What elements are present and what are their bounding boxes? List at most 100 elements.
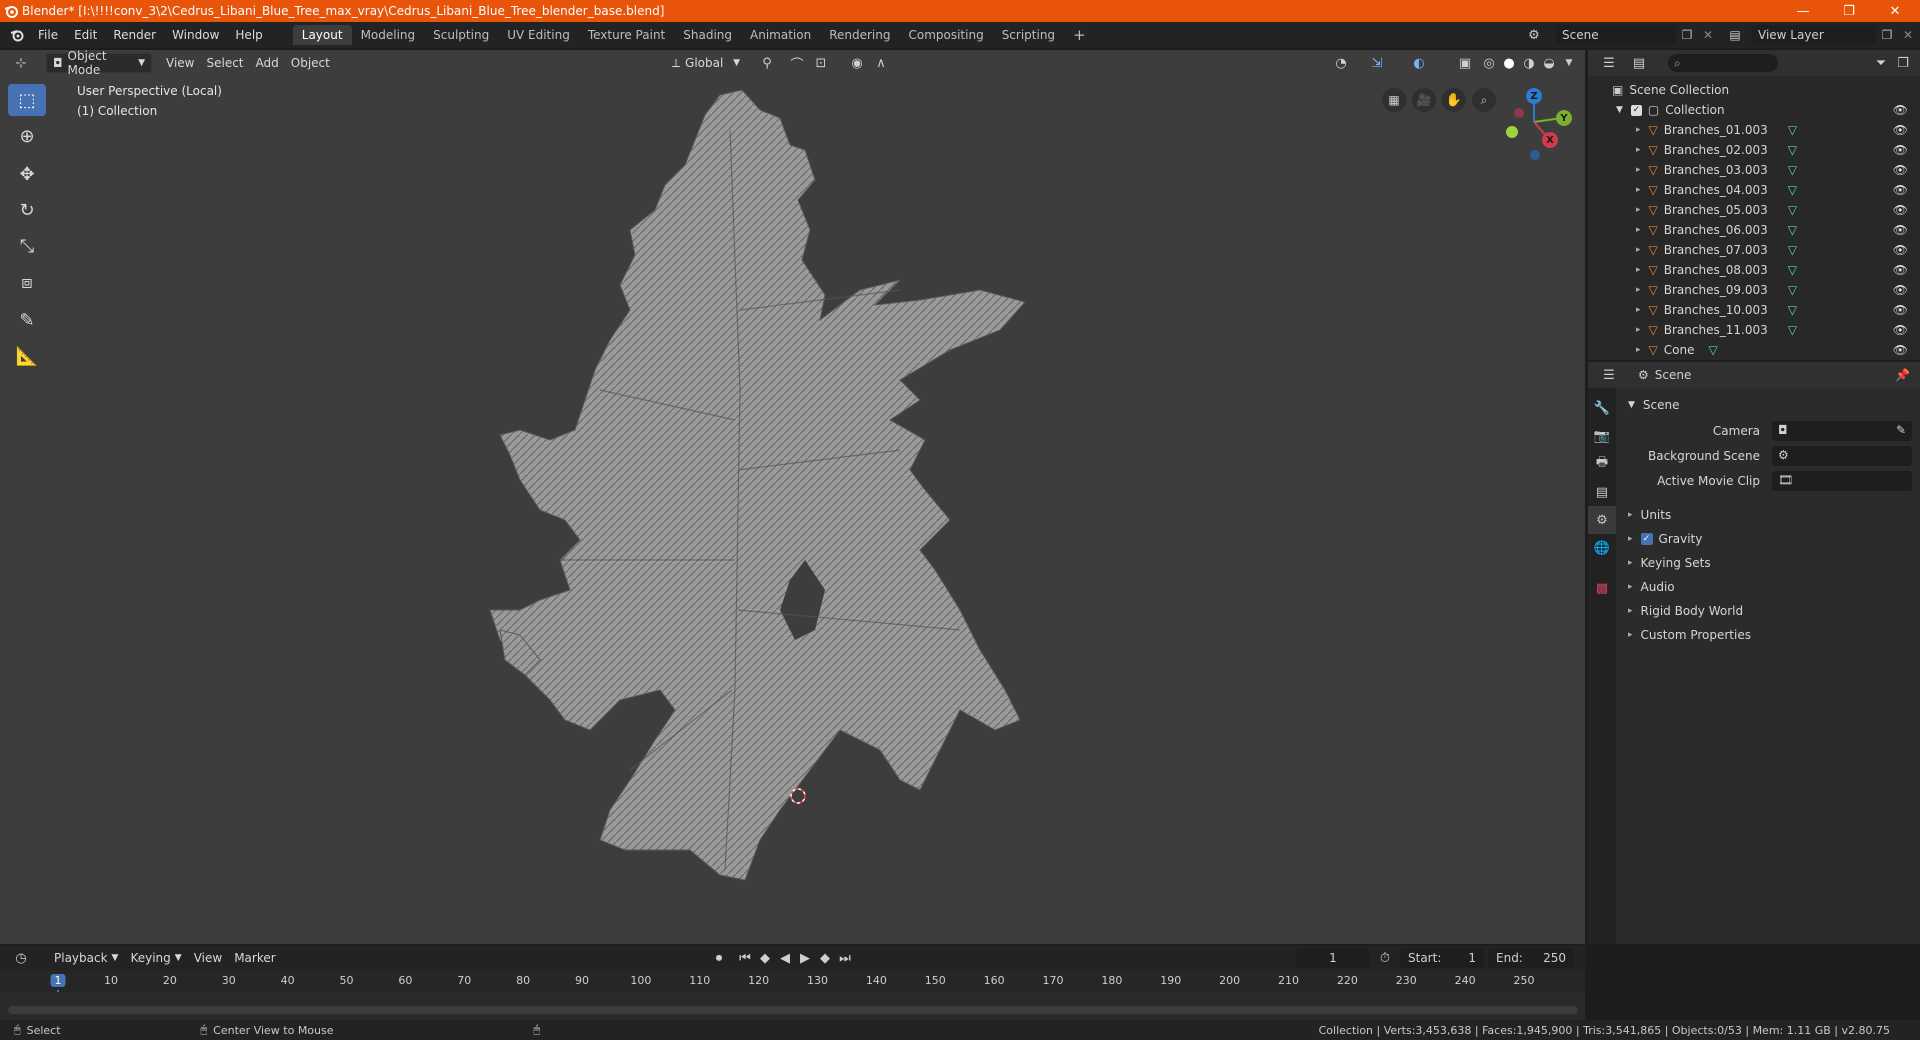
tab-layout[interactable]: Layout [292, 25, 352, 45]
viewport-menu-object[interactable]: Object [285, 53, 336, 73]
tab-scripting[interactable]: Scripting [993, 25, 1064, 45]
mesh-data-icon[interactable]: ▽ [1788, 183, 1797, 197]
pivot-point-icon[interactable]: ⚲ [756, 53, 778, 73]
measure-tool-icon[interactable]: 📐 [8, 340, 46, 372]
material-shading-icon[interactable]: ◑ [1518, 53, 1540, 73]
xray-toggle-icon[interactable]: ▣ [1454, 53, 1476, 73]
current-frame-field[interactable]: 1 [1296, 948, 1370, 968]
scene-tab-icon[interactable]: ⚙ [1588, 506, 1616, 534]
eyedropper-icon[interactable]: ✎ [1896, 423, 1906, 437]
scene-collection-row[interactable]: ▣ Scene Collection [1588, 80, 1920, 100]
scene-panel-header[interactable]: ▼ Scene [1628, 394, 1918, 416]
scene-selector[interactable]: Scene [1556, 25, 1676, 45]
display-mode-icon[interactable]: ▤ [1628, 53, 1650, 73]
gizmo-z-axis[interactable]: Z [1526, 88, 1542, 104]
outliner-item[interactable]: ▸ ▽ Branches_09.003 ▽ 👁 [1588, 280, 1920, 300]
world-tab-icon[interactable]: 🌐 [1588, 534, 1616, 562]
outliner-item[interactable]: ▸ ▽ Branches_11.003 ▽ 👁 [1588, 320, 1920, 340]
transform-orientation-dropdown[interactable]: ⟂ Global ▼ [666, 53, 746, 73]
properties-section-header[interactable]: ▸ Units [1628, 504, 1918, 526]
expand-arrow-icon[interactable]: ▸ [1636, 325, 1641, 335]
properties-section-header[interactable]: ▸ Custom Properties [1628, 624, 1918, 646]
visibility-eye-icon[interactable]: 👁 [1893, 343, 1908, 357]
jump-start-icon[interactable]: ⏮ [734, 948, 756, 968]
selectability-icon[interactable]: ◔ [1330, 53, 1352, 73]
expand-arrow-icon[interactable]: ▸ [1636, 205, 1641, 215]
expand-arrow-icon[interactable]: ▸ [1636, 125, 1641, 135]
3d-cursor-icon[interactable] [788, 786, 808, 806]
mesh-data-icon[interactable]: ▽ [1788, 203, 1797, 217]
visibility-eye-icon[interactable]: 👁 [1893, 203, 1908, 217]
menu-edit[interactable]: Edit [66, 28, 105, 42]
visibility-eye-icon[interactable]: 👁 [1893, 263, 1908, 277]
mesh-data-icon[interactable]: ▽ [1788, 263, 1797, 277]
outliner-item[interactable]: ▸ ▽ Cone ▽ 👁 [1588, 340, 1920, 360]
cursor-tool-icon[interactable]: ⊕ [8, 120, 46, 152]
outliner-item[interactable]: ▸ ▽ Branches_02.003 ▽ 👁 [1588, 140, 1920, 160]
mesh-data-icon[interactable]: ▽ [1788, 223, 1797, 237]
mesh-data-icon[interactable]: ▽ [1788, 163, 1797, 177]
gizmo-y-axis[interactable]: Y [1556, 110, 1572, 126]
visibility-eye-icon[interactable]: 👁 [1893, 223, 1908, 237]
gizmo-neg-x-axis[interactable] [1514, 108, 1524, 118]
outliner-item[interactable]: ▸ ▽ Branches_03.003 ▽ 👁 [1588, 160, 1920, 180]
gizmo-toggle-icon[interactable]: ⇲ [1366, 53, 1388, 73]
tab-shading[interactable]: Shading [674, 25, 741, 45]
visibility-eye-icon[interactable]: 👁 [1893, 283, 1908, 297]
mesh-data-icon[interactable]: ▽ [1788, 123, 1797, 137]
outliner-item[interactable]: ▸ ▽ Branches_01.003 ▽ 👁 [1588, 120, 1920, 140]
new-view-layer-icon[interactable]: ❐ [1876, 25, 1898, 45]
render-tab-icon[interactable]: 📷 [1588, 422, 1616, 450]
expand-arrow-icon[interactable]: ▸ [1636, 145, 1641, 155]
tab-modeling[interactable]: Modeling [352, 25, 425, 45]
select-box-tool-icon[interactable]: ⬚ [8, 84, 46, 116]
mesh-data-icon[interactable]: ▽ [1788, 323, 1797, 337]
outliner-search-input[interactable]: ⌕ [1668, 54, 1778, 72]
menu-window[interactable]: Window [164, 28, 227, 42]
menu-file[interactable]: File [30, 28, 66, 42]
viewport-menu-select[interactable]: Select [200, 53, 249, 73]
camera-view-icon[interactable]: 🎥 [1412, 88, 1436, 112]
jump-keyframe-forward-icon[interactable]: ◆ [814, 948, 836, 968]
viewport-menu-view[interactable]: View [160, 53, 200, 73]
visibility-eye-icon[interactable]: 👁 [1893, 123, 1908, 137]
background-scene-field[interactable]: ⚙ [1772, 446, 1912, 466]
gravity-checkbox[interactable]: ✓ [1640, 533, 1653, 545]
play-reverse-icon[interactable]: ◀ [774, 948, 796, 968]
object-mode-dropdown[interactable]: ◘ Object Mode ▼ [46, 49, 152, 77]
outliner-editor-type-icon[interactable]: ☰ [1598, 53, 1620, 73]
visibility-eye-icon[interactable]: 👁 [1893, 163, 1908, 177]
gizmo-x-axis[interactable]: X [1542, 132, 1558, 148]
timeline-menu-playback[interactable]: Playback ▼ [48, 948, 124, 968]
view-layer-tab-icon[interactable]: ▤ [1588, 478, 1616, 506]
new-collection-icon[interactable]: ❐ [1892, 53, 1914, 73]
scale-tool-icon[interactable]: ⤡ [8, 230, 46, 262]
visibility-eye-icon[interactable]: 👁 [1893, 143, 1908, 157]
properties-section-header[interactable]: ▸ Audio [1628, 576, 1918, 598]
view-layer-selector[interactable]: View Layer [1752, 25, 1876, 45]
expand-arrow-icon[interactable]: ▸ [1636, 165, 1641, 175]
toggle-perspective-icon[interactable]: ▦ [1382, 88, 1406, 112]
outliner-item[interactable]: ▸ ▽ Branches_10.003 ▽ 👁 [1588, 300, 1920, 320]
play-icon[interactable]: ▶ [794, 948, 816, 968]
wireframe-shading-icon[interactable]: ◎ [1478, 53, 1500, 73]
tree-mesh-object[interactable] [480, 90, 1060, 890]
blender-menu-icon[interactable] [10, 28, 24, 42]
visibility-eye-icon[interactable]: 👁 [1893, 243, 1908, 257]
properties-section-header[interactable]: ▸ ✓ Gravity [1628, 528, 1918, 550]
expand-arrow-icon[interactable]: ▸ [1636, 185, 1641, 195]
collection-row[interactable]: ▼ ✓ ▢ Collection 👁 [1588, 100, 1920, 120]
snap-target-icon[interactable]: ⊡ [810, 53, 832, 73]
close-button[interactable]: ✕ [1872, 0, 1918, 22]
tab-uv-editing[interactable]: UV Editing [498, 25, 579, 45]
remove-scene-icon[interactable]: ✕ [1698, 25, 1718, 45]
timeline-editor-type-icon[interactable]: ◷ [10, 948, 32, 968]
outliner-item[interactable]: ▸ ▽ Branches_08.003 ▽ 👁 [1588, 260, 1920, 280]
timeline-menu-view[interactable]: View [188, 948, 228, 968]
record-icon[interactable]: ⏺ [708, 948, 730, 968]
outliner-item[interactable]: ▸ ▽ Branches_05.003 ▽ 👁 [1588, 200, 1920, 220]
mesh-data-icon[interactable]: ▽ [1788, 303, 1797, 317]
overlays-toggle-icon[interactable]: ◐ [1408, 53, 1430, 73]
visibility-eye-icon[interactable]: 👁 [1893, 183, 1908, 197]
transform-tool-icon[interactable]: ⧈ [8, 266, 46, 298]
